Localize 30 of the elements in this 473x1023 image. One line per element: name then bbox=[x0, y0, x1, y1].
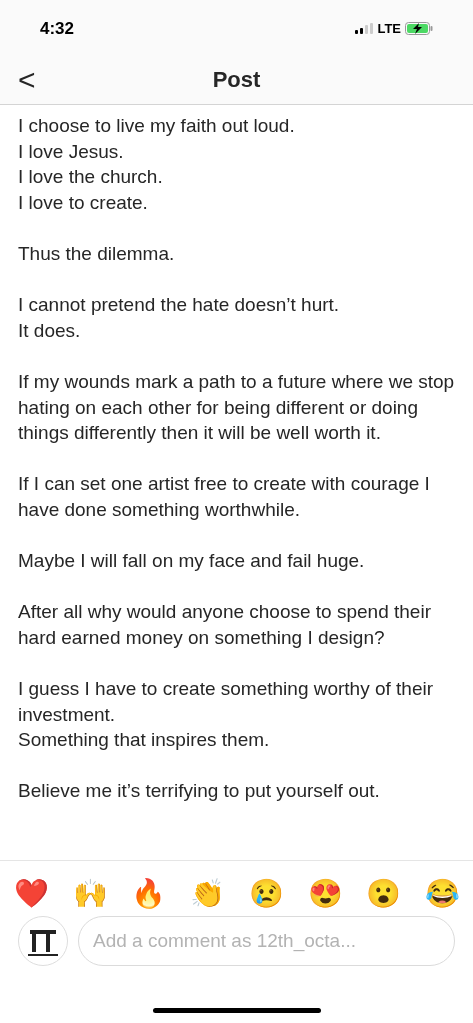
signal-icon bbox=[355, 23, 374, 34]
comment-field[interactable]: Add a comment as 12th_octa... bbox=[78, 916, 455, 966]
emoji-reaction[interactable]: 😢 bbox=[248, 875, 283, 913]
page-title: Post bbox=[212, 66, 261, 94]
caption-text: I choose to live my faith out loud. bbox=[18, 114, 296, 138]
caption-text: I guess I have to create something worthy of their investment. bbox=[18, 677, 435, 727]
emoji-reaction[interactable]: 😂 bbox=[424, 875, 459, 913]
emoji-reaction[interactable]: 🙌 bbox=[72, 875, 107, 913]
emoji-reaction[interactable]: 😮 bbox=[366, 875, 401, 913]
emoji-reaction[interactable]: 👏 bbox=[190, 875, 225, 913]
emoji-reaction[interactable]: ❤ bbox=[14, 875, 48, 913]
caption-text: Something that inspires them. bbox=[18, 728, 271, 753]
battery-charging-icon bbox=[405, 22, 433, 35]
caption-text: I love the church. bbox=[18, 165, 164, 190]
back-button[interactable]: < bbox=[18, 64, 36, 95]
caption-text: I love to create. bbox=[18, 190, 149, 215]
caption-text: If my wounds mark a path to a future where we stop hating on each other for being different or doing things differently then it will be well worth it. bbox=[18, 369, 455, 446]
caption-text: I cannot pretend the hate doesn’t hurt. bbox=[18, 293, 341, 318]
caption-text: I love Jesus. bbox=[18, 139, 125, 164]
caption-text: It does. bbox=[18, 318, 82, 343]
status-time: 4:32 bbox=[40, 17, 75, 40]
profile-avatar bbox=[18, 916, 68, 966]
caption-text: Believe me it’s terrifying to put yourself out. bbox=[18, 779, 381, 804]
caption-text: If I can set one artist free to create with courage I have done something worthwhile. bbox=[18, 472, 431, 522]
network-label: LTE bbox=[377, 19, 401, 38]
emoji-reaction[interactable]: 😍 bbox=[307, 875, 342, 913]
caption-text: Maybe I will fall on my face and fail huge. bbox=[18, 549, 366, 574]
caption-text: After all why would anyone choose to spend their hard earned money on something I design? bbox=[18, 600, 432, 650]
emoji-reaction[interactable]: 🔥 bbox=[131, 875, 166, 913]
caption-text: Thus the dilemma. bbox=[18, 241, 176, 266]
